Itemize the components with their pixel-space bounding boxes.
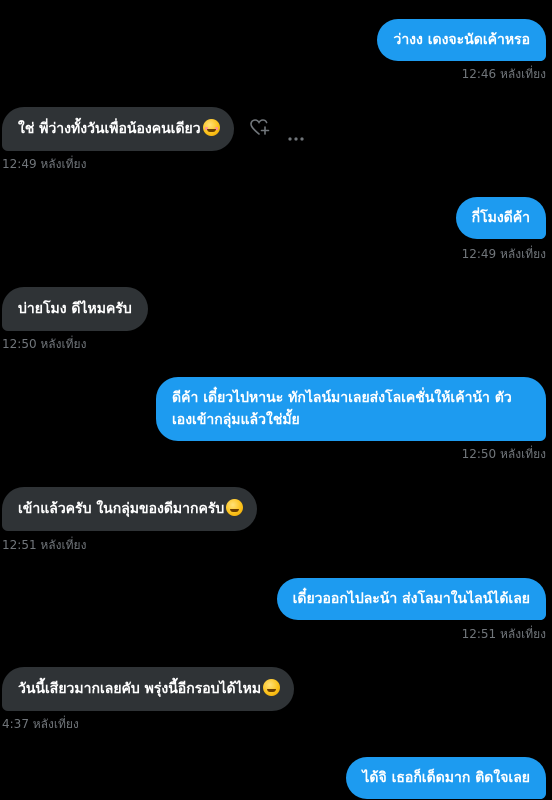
message-text: เดี๋ยวออกไปละน้า ส่งโลมาในไลน์ได้เลย [292,591,530,607]
message-text: วันนี้เสียวมากเลยคับ พรุ่งนี้อีกรอบได้ไห… [18,681,262,697]
smiling-face-with-hearts-emoji [202,119,220,136]
message-timestamp: 12:49 หลังเที่ยง [461,247,546,261]
message-bubble-incoming[interactable]: ใช่ พี่ว่างทั้งวันเพื่อน้องคนเดียว [2,107,234,151]
message-text: กี่โมงดีค้า [471,210,530,226]
message-text: ได้จิ เธอก็เด็ดมาก ติดใจเลย [362,770,530,786]
message-bubble-incoming[interactable]: บ่ายโมง ดีไหมครับ [2,287,148,331]
message-bubble-outgoing[interactable]: เดี๋ยวออกไปละน้า ส่งโลมาในไลน์ได้เลย [276,578,546,620]
message-timestamp: 12:51 หลังเที่ยง [2,538,87,552]
smiling-face-emoji [263,679,281,696]
message-text: ใช่ พี่ว่างทั้งวันเพื่อน้องคนเดียว [18,121,201,137]
conversation-thread: ว่างง เดงจะนัดเค้าหรอ 12:46 หลังเที่ยง ใ… [0,0,552,800]
message-timestamp: 12:51 หลังเที่ยง [461,627,546,641]
message-text: ดีค้า เดี๋ยวไปหานะ ทักไลน์มาเลยส่งโลเคชั… [172,390,512,428]
message-bubble-outgoing[interactable]: ว่างง เดงจะนัดเค้าหรอ [377,19,546,61]
message-text: เข้าแล้วครับ ในกลุ่มของดีมากครับ [18,501,225,517]
message-timestamp: 12:46 หลังเที่ยง [461,67,546,81]
heart-plus-icon[interactable] [250,119,270,141]
message-timestamp: 4:37 หลังเที่ยง [2,717,79,731]
message-bubble-incoming[interactable]: เข้าแล้วครับ ในกลุ่มของดีมากครับ [2,487,258,531]
message-text: บ่ายโมง ดีไหมครับ [18,301,132,317]
message-bubble-incoming[interactable]: วันนี้เสียวมากเลยคับ พรุ่งนี้อีกรอบได้ไห… [2,667,295,711]
message-timestamp: 12:49 หลังเที่ยง [2,157,87,171]
message-bubble-outgoing[interactable]: กี่โมงดีค้า [455,197,546,239]
message-bubble-outgoing[interactable]: ได้จิ เธอก็เด็ดมาก ติดใจเลย [346,757,546,799]
message-timestamp: 12:50 หลังเที่ยง [2,337,87,351]
more-horizontal-icon[interactable] [288,126,304,145]
message-text: ว่างง เดงจะนัดเค้าหรอ [393,32,530,48]
face-blowing-kiss-emoji [226,499,244,516]
message-timestamp: 12:50 หลังเที่ยง [461,447,546,461]
message-bubble-outgoing[interactable]: ดีค้า เดี๋ยวไปหานะ ทักไลน์มาเลยส่งโลเคชั… [156,377,546,441]
